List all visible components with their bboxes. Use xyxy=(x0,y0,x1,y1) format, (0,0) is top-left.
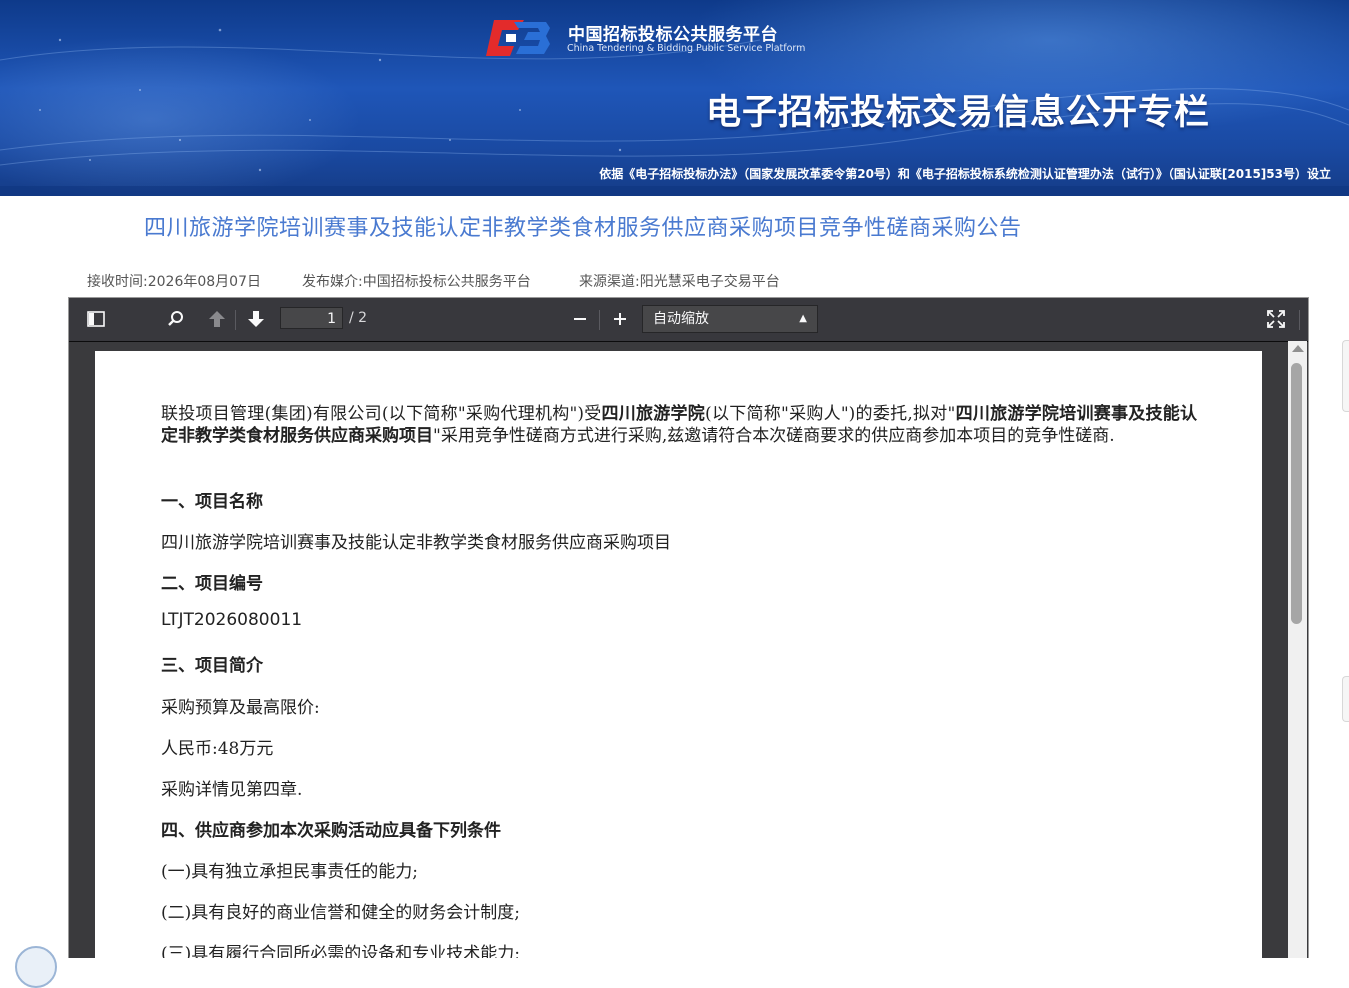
condition-item: (二)具有良好的商业信誉和健全的财务会计制度; xyxy=(161,903,520,923)
detail-reference: 采购详情见第四章. xyxy=(161,780,303,800)
select-arrows-icon: ▲ xyxy=(799,313,807,324)
arrow-down-icon xyxy=(248,311,264,327)
received-time: 接收时间:2026年08月07日 xyxy=(87,274,261,290)
zoom-select[interactable]: 自动缩放 ▲ xyxy=(642,305,818,333)
previous-page-button[interactable] xyxy=(204,307,230,331)
page-count: / 2 xyxy=(349,310,368,326)
budget-label: 采购预算及最高限价: xyxy=(161,698,320,718)
budget-value: 人民币:48万元 xyxy=(161,739,274,759)
banner-title: 电子招标投标交易信息公开专栏 xyxy=(706,93,1211,133)
platform-name-cn: 中国招标投标公共服务平台 xyxy=(568,25,778,45)
find-button[interactable] xyxy=(163,307,189,331)
announcement-title: 四川旅游学院培训赛事及技能认定非教学类食材服务供应商采购项目竞争性磋商采购公告 xyxy=(144,216,1022,241)
section-heading: 三、项目简介 xyxy=(161,656,263,676)
intro-text: "采用竞争性磋商方式进行采购,兹邀请符合本次磋商要求的供应商参加本项目的竞争性磋… xyxy=(433,426,1115,446)
condition-item: (一)具有独立承担民事责任的能力; xyxy=(161,862,418,882)
side-panel-tab[interactable] xyxy=(1342,340,1349,412)
pdf-toolbar: 1 / 2 自动缩放 ▲ xyxy=(69,298,1308,342)
section-heading: 一、项目名称 xyxy=(161,492,263,512)
project-name: 四川旅游学院培训赛事及技能认定非教学类食材服务供应商采购项目 xyxy=(161,533,671,553)
floating-widget-icon[interactable] xyxy=(15,946,57,988)
sidebar-icon xyxy=(87,311,105,327)
presentation-mode-button[interactable] xyxy=(1263,307,1289,331)
zoom-in-button[interactable] xyxy=(607,307,633,331)
section-heading: 二、项目编号 xyxy=(161,574,263,594)
toolbar-divider xyxy=(1299,310,1300,330)
purchaser-name: 四川旅游学院 xyxy=(601,404,706,424)
zoom-out-button[interactable] xyxy=(567,307,593,331)
pdf-page: 联投项目管理(集团)有限公司(以下简称"采购代理机构")受四川旅游学院(以下简称… xyxy=(95,351,1262,958)
platform-name-en: China Tendering & Bidding Public Service… xyxy=(567,43,806,54)
next-page-button[interactable] xyxy=(243,307,269,331)
vertical-scrollbar[interactable] xyxy=(1288,341,1307,958)
plus-icon xyxy=(614,313,626,325)
banner-basis-text: 依据《电子招标投标办法》（国家发展改革委令第20号）和《电子招标投标系统检测认证… xyxy=(599,167,1331,181)
zoom-select-value: 自动缩放 xyxy=(653,311,709,327)
intro-paragraph: 联投项目管理(集团)有限公司(以下简称"采购代理机构")受四川旅游学院(以下简称… xyxy=(161,403,1197,447)
page-number-input[interactable]: 1 xyxy=(280,307,343,329)
project-number: LTJT2026080011 xyxy=(161,610,303,630)
scrollbar-thumb[interactable] xyxy=(1291,363,1302,624)
minus-icon xyxy=(574,318,586,320)
scroll-up-icon[interactable] xyxy=(1292,345,1304,352)
search-icon xyxy=(168,311,183,326)
platform-logo-icon xyxy=(486,20,550,56)
side-panel-tab[interactable] xyxy=(1342,676,1349,722)
toolbar-divider xyxy=(235,310,236,330)
section-heading: 四、供应商参加本次采购活动应具备下列条件 xyxy=(161,821,501,841)
intro-text: (以下简称"采购人")的委托,拟对" xyxy=(705,404,956,424)
sidebar-toggle-button[interactable] xyxy=(83,307,109,331)
toolbar-divider xyxy=(599,310,600,330)
pdf-viewer: 1 / 2 自动缩放 ▲ 联投项目管理(集团)有限公司(以下简称"采购代理机构"… xyxy=(68,297,1309,958)
arrow-up-icon xyxy=(209,311,225,327)
source-channel: 来源渠道:阳光慧采电子交易平台 xyxy=(579,274,780,290)
intro-text: 联投项目管理(集团)有限公司(以下简称"采购代理机构")受 xyxy=(161,404,602,424)
fullscreen-icon xyxy=(1267,310,1285,328)
header-banner: 中国招标投标公共服务平台 China Tendering & Bidding P… xyxy=(0,0,1349,196)
condition-item: (三)具有履行合同所必需的设备和专业技术能力; xyxy=(161,944,520,958)
publish-media: 发布媒介:中国招标投标公共服务平台 xyxy=(302,274,531,290)
